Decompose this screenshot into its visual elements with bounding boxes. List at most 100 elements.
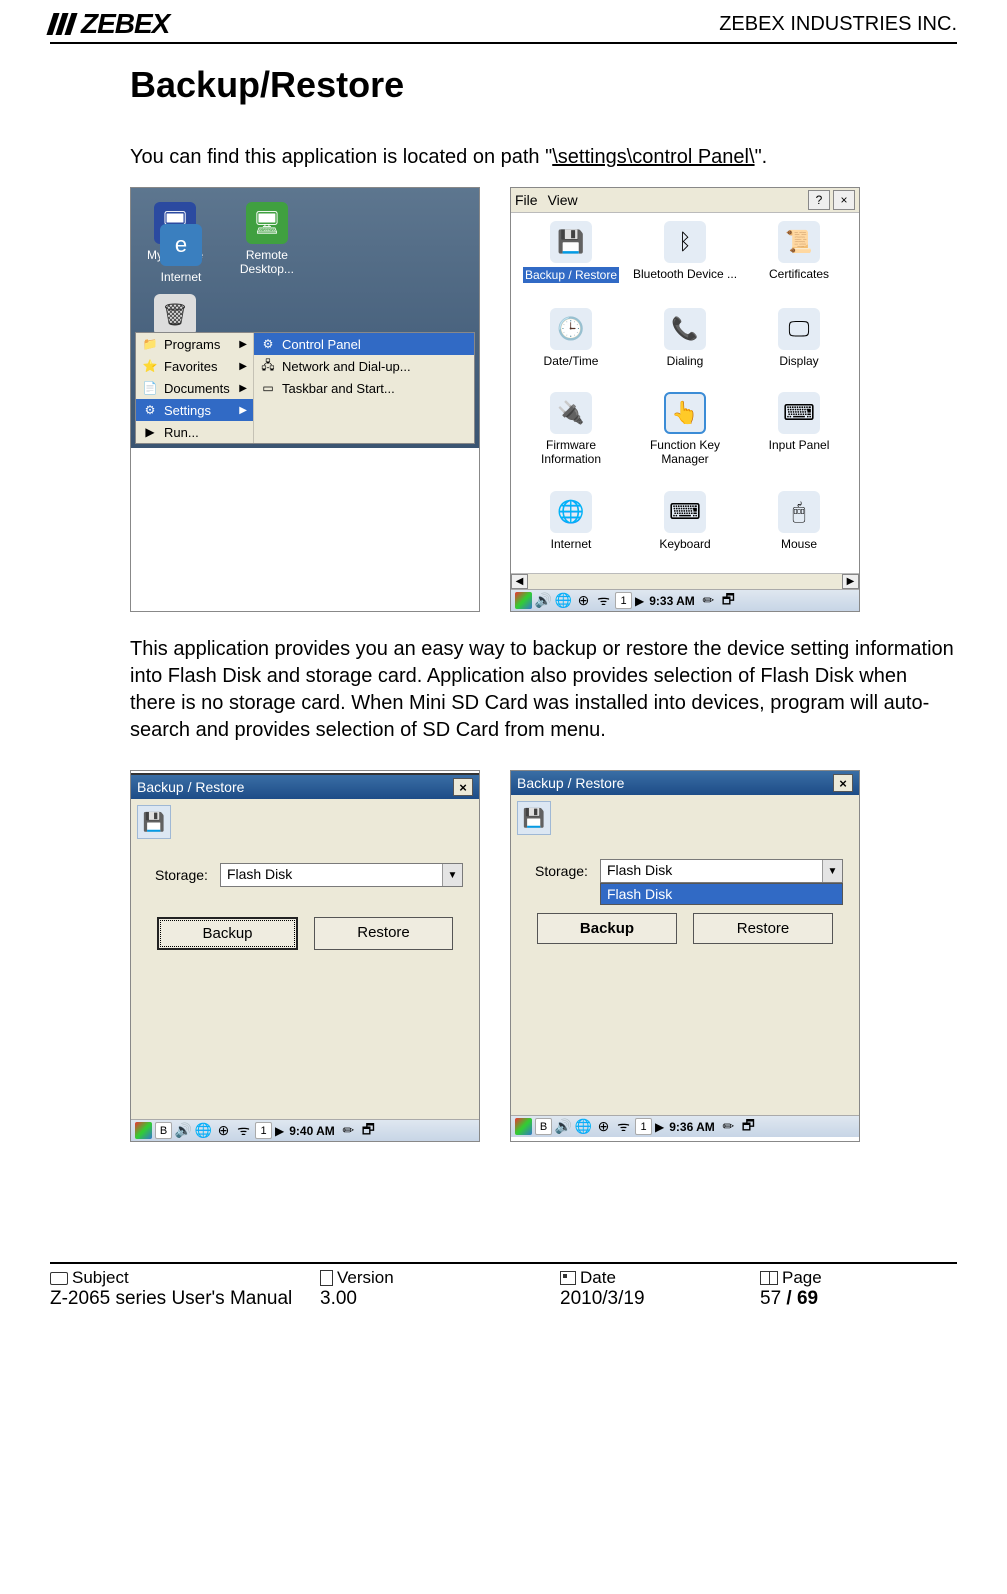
footer-subject-value: Z-2065 series User's Manual xyxy=(50,1288,320,1310)
start-menu-favorites[interactable]: ⭐ Favorites ▶ xyxy=(136,355,253,377)
start-menu-programs[interactable]: 📁 Programs ▶ xyxy=(136,333,253,355)
tray-world-icon[interactable]: 🌐 xyxy=(575,1118,592,1135)
documents-icon: 📄 xyxy=(142,380,158,396)
taskbar-icon: ▭ xyxy=(260,380,276,396)
tray-indicator-one[interactable]: 1 xyxy=(635,1118,652,1135)
cp-item-backup-restore[interactable]: 💾 Backup / Restore xyxy=(515,217,627,302)
tray-speaker-icon[interactable]: 🔊 xyxy=(555,1118,572,1135)
cp-item-function-key[interactable]: 👆 Function Key Manager xyxy=(629,388,741,485)
input-panel-icon: ⌨ xyxy=(778,392,820,434)
close-button[interactable]: × xyxy=(833,190,855,210)
tray-desktop-icon[interactable]: 🗗 xyxy=(360,1122,377,1139)
logo-text: ZEBEX xyxy=(81,8,169,40)
display-icon: 🖵 xyxy=(778,308,820,350)
taskbar: 🔊 🌐 ⊕ ᯤ 1 ▶ 9:33 AM ✏ 🗗 xyxy=(511,589,859,611)
tray-world-icon[interactable]: 🌐 xyxy=(195,1122,212,1139)
storage-value: Flash Disk xyxy=(221,864,442,886)
network-icon: 🖧 xyxy=(260,358,276,374)
company-name: ZEBEX INDUSTRIES INC. xyxy=(719,13,957,36)
cp-item-display[interactable]: 🖵 Display xyxy=(743,304,855,387)
intro-text: You can find this application is located… xyxy=(130,146,957,169)
chevron-down-icon[interactable]: ▼ xyxy=(822,860,842,882)
cp-item-input-panel[interactable]: ⌨ Input Panel xyxy=(743,388,855,485)
storage-combobox[interactable]: Flash Disk ▼ Flash Disk xyxy=(600,859,843,883)
tray-indicator-one[interactable]: 1 xyxy=(615,592,632,609)
start-menu-documents[interactable]: 📄 Documents ▶ xyxy=(136,377,253,399)
tray-b-icon[interactable]: B xyxy=(155,1122,172,1139)
tray-desktop-icon[interactable]: 🗗 xyxy=(740,1118,757,1135)
dialog-close-button[interactable]: × xyxy=(453,778,473,796)
tray-desktop-icon[interactable]: 🗗 xyxy=(720,592,737,609)
taskbar-clock[interactable]: 9:40 AM xyxy=(289,1124,335,1138)
page-header: ZEBEX ZEBEX INDUSTRIES INC. xyxy=(50,0,957,44)
tray-wireless-icon[interactable]: ᯤ xyxy=(235,1122,252,1139)
start-menu: 📁 Programs ▶ ⭐ Favorites ▶ xyxy=(135,332,475,444)
desktop-icon-remote-desktop[interactable]: 🖥 Remote Desktop... xyxy=(227,202,307,276)
tray-world-icon[interactable]: 🌐 xyxy=(555,592,572,609)
horizontal-scrollbar[interactable]: ◀ ▶ xyxy=(511,573,859,589)
submenu-taskbar[interactable]: ▭ Taskbar and Start... xyxy=(254,377,474,399)
cp-item-mouse[interactable]: 🖱 Mouse xyxy=(743,487,855,570)
dialog-app-icon: 💾 xyxy=(137,805,171,839)
tray-b-icon[interactable]: B xyxy=(535,1118,552,1135)
cp-item-internet[interactable]: 🌐 Internet xyxy=(515,487,627,570)
submenu-network[interactable]: 🖧 Network and Dial-up... xyxy=(254,355,474,377)
screenshot-backup-dialog-open: Backup / Restore × 💾 Storage: Flash Disk… xyxy=(510,770,860,1142)
cp-item-keyboard[interactable]: ⌨ Keyboard xyxy=(629,487,741,570)
restore-button[interactable]: Restore xyxy=(693,913,833,944)
footer-date-value: 2010/3/19 xyxy=(560,1288,760,1310)
dialog-close-button[interactable]: × xyxy=(833,774,853,792)
screenshot-backup-dialog-closed: Backup / Restore × 💾 Storage: Flash Disk… xyxy=(130,770,480,1142)
desktop-icon-internet[interactable]: e Internet xyxy=(141,224,221,284)
taskbar-clock[interactable]: 9:33 AM xyxy=(649,594,695,608)
tray-sip-icon[interactable]: ✏ xyxy=(700,592,717,609)
backup-button[interactable]: Backup xyxy=(157,917,298,950)
start-flag-icon[interactable] xyxy=(515,1118,532,1135)
submenu-control-panel[interactable]: ⚙ Control Panel xyxy=(254,333,474,355)
document-icon xyxy=(320,1270,333,1286)
function-key-icon: 👆 xyxy=(664,392,706,434)
chevron-right-icon: ▶ xyxy=(239,361,247,372)
tray-arrow-icon: ▶ xyxy=(275,1124,284,1138)
tray-wireless-icon[interactable]: ᯤ xyxy=(595,592,612,609)
cp-item-dialing[interactable]: 📞 Dialing xyxy=(629,304,741,387)
chevron-right-icon: ▶ xyxy=(239,383,247,394)
cp-item-certificates[interactable]: 📜 Certificates xyxy=(743,217,855,302)
start-flag-icon[interactable] xyxy=(515,592,532,609)
restore-button[interactable]: Restore xyxy=(314,917,453,950)
backup-button[interactable]: Backup xyxy=(537,913,677,944)
cp-item-bluetooth[interactable]: ᛒ Bluetooth Device ... xyxy=(629,217,741,302)
start-menu-run[interactable]: ▶ Run... xyxy=(136,421,253,443)
tray-indicator-one[interactable]: 1 xyxy=(255,1122,272,1139)
help-button[interactable]: ? xyxy=(808,190,830,210)
logo-mark-icon xyxy=(50,13,77,35)
taskbar: B 🔊 🌐 ⊕ ᯤ 1 ▶ 9:40 AM ✏ 🗗 xyxy=(131,1119,479,1141)
menu-view[interactable]: View xyxy=(548,192,578,208)
tray-sip-icon[interactable]: ✏ xyxy=(340,1122,357,1139)
scroll-right-icon[interactable]: ▶ xyxy=(842,574,859,589)
tray-speaker-icon[interactable]: 🔊 xyxy=(175,1122,192,1139)
chevron-down-icon[interactable]: ▼ xyxy=(442,864,462,886)
start-menu-settings[interactable]: ⚙ Settings ▶ xyxy=(136,399,253,421)
storage-option-flash-disk[interactable]: Flash Disk xyxy=(601,884,842,904)
tray-network-icon[interactable]: ⊕ xyxy=(215,1122,232,1139)
storage-label: Storage: xyxy=(535,863,588,879)
menu-file[interactable]: File xyxy=(515,192,538,208)
tray-network-icon[interactable]: ⊕ xyxy=(575,592,592,609)
storage-combobox[interactable]: Flash Disk ▼ xyxy=(220,863,463,887)
cp-item-date-time[interactable]: 🕒 Date/Time xyxy=(515,304,627,387)
footer-date-label: Date xyxy=(580,1268,616,1288)
dialog-titlebar: Backup / Restore × xyxy=(511,771,859,795)
screenshot-control-panel: File View ? × 💾 Backup / Restore ᛒ Bluet… xyxy=(510,187,860,612)
tray-speaker-icon[interactable]: 🔊 xyxy=(535,592,552,609)
storage-value: Flash Disk xyxy=(601,860,822,882)
tray-network-icon[interactable]: ⊕ xyxy=(595,1118,612,1135)
mouse-icon: 🖱 xyxy=(778,491,820,533)
tray-wireless-icon[interactable]: ᯤ xyxy=(615,1118,632,1135)
start-flag-icon[interactable] xyxy=(135,1122,152,1139)
scroll-left-icon[interactable]: ◀ xyxy=(511,574,528,589)
taskbar-clock[interactable]: 9:36 AM xyxy=(669,1120,715,1134)
tray-sip-icon[interactable]: ✏ xyxy=(720,1118,737,1135)
cp-item-firmware[interactable]: 🔌 Firmware Information xyxy=(515,388,627,485)
run-icon: ▶ xyxy=(142,424,158,440)
